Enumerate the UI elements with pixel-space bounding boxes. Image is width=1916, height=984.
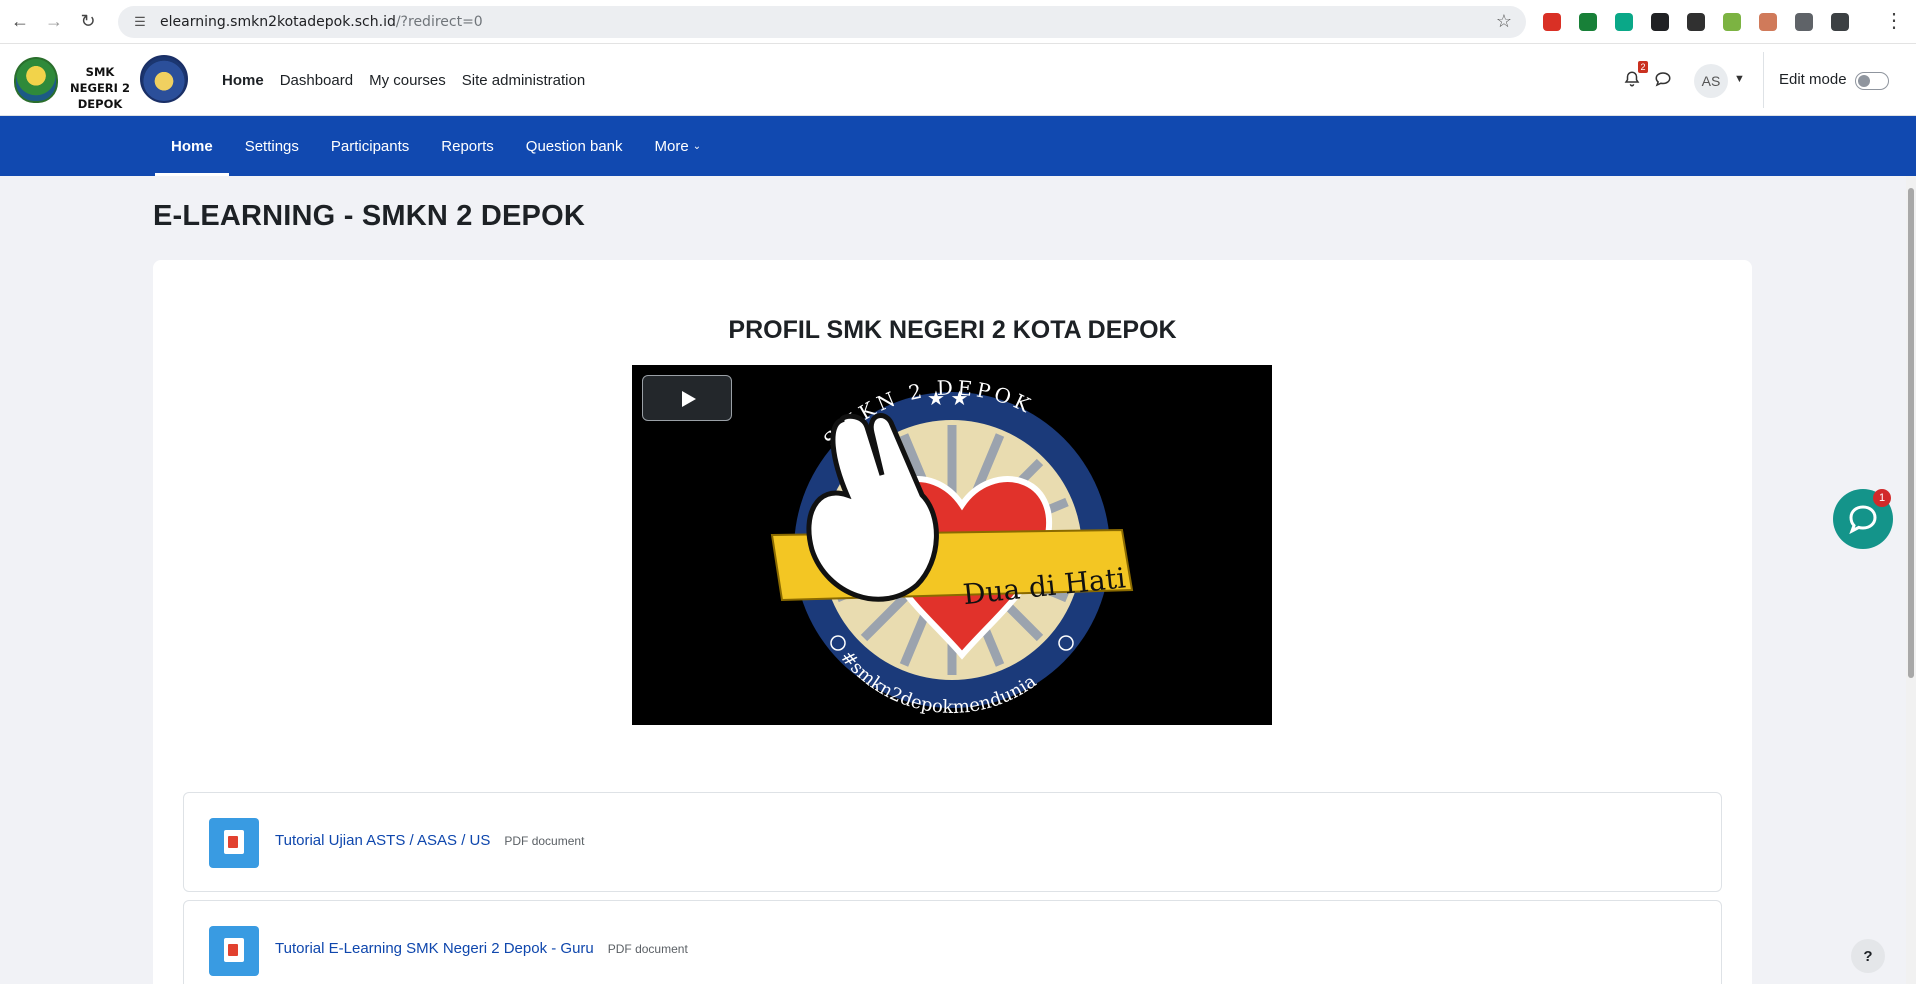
profile-video[interactable]: SMKN 2 DEPOK ★ ★ Dua di Hati #smkn2depok… (632, 365, 1272, 725)
forward-icon[interactable]: → (40, 8, 68, 36)
tab-label: More (654, 137, 689, 155)
tab-label: Participants (330, 137, 410, 155)
school-logo[interactable] (140, 55, 188, 103)
video-play-button[interactable] (642, 375, 732, 421)
secondary-nav-items: Home Settings Participants Reports Question … (155, 116, 717, 176)
edit-mode-label: Edit mode (1779, 71, 1847, 88)
resource-link[interactable]: Tutorial E-Learning SMK Negeri 2 Depok -… (275, 940, 688, 957)
nav-dashboard[interactable]: Dashboard (280, 72, 353, 89)
profile-heading: PROFIL SMK NEGERI 2 KOTA DEPOK (728, 316, 1177, 344)
edit-mode-toggle[interactable] (1855, 72, 1889, 90)
school-name[interactable]: SMK NEGERI 2 DEPOK (64, 64, 136, 112)
bookmark-star-icon[interactable]: ☆ (1496, 11, 1512, 32)
navbar-divider (1763, 52, 1764, 108)
puzzle-extension-icon[interactable] (1786, 8, 1822, 36)
browser-toolbar: ← → ↻ ☰ elearning.smkn2kotadepok.sch.id/… (0, 0, 1916, 44)
pdf-icon[interactable] (209, 926, 259, 976)
tab-label: Question bank (525, 137, 623, 155)
help-button[interactable]: ? (1851, 939, 1885, 973)
resource-type: PDF document (607, 942, 688, 956)
extension-glyph (1543, 13, 1561, 31)
site-navbar: SMK NEGERI 2 DEPOK Home Dashboard My cours… (0, 44, 1916, 116)
resource-title: Tutorial Ujian ASTS / ASAS / US (275, 832, 491, 849)
screen-extension-icon[interactable] (1750, 8, 1786, 36)
resource-type: PDF document (504, 834, 585, 848)
extension-glyph (1687, 13, 1705, 31)
list-item: Tutorial Ujian ASTS / ASAS / US PDF docum… (183, 792, 1722, 892)
url-path: /?redirect=0 (395, 14, 483, 30)
page-scrollbar[interactable] (1906, 176, 1916, 984)
tab-question-bank[interactable]: Question bank (510, 116, 639, 176)
primary-navigation: Home Dashboard My courses Site administrati… (222, 44, 601, 116)
chat-unread-badge: 1 (1873, 489, 1891, 507)
address-url[interactable]: elearning.smkn2kotadepok.sch.id/?redirec… (160, 14, 483, 30)
tab-label: Reports (441, 137, 494, 155)
address-bar[interactable]: ☰ elearning.smkn2kotadepok.sch.id/?redir… (118, 6, 1526, 38)
palette-extension-icon[interactable] (1714, 8, 1750, 36)
tab-reports[interactable]: Reports (425, 116, 510, 176)
site-info-icon[interactable]: ☰ (130, 14, 150, 30)
nav-home[interactable]: Home (222, 72, 264, 89)
extension-glyph (1831, 13, 1849, 31)
messages-icon[interactable] (1654, 70, 1672, 88)
user-menu-chevron-icon[interactable]: ▼ (1734, 73, 1745, 85)
profile-extension-icon[interactable] (1822, 8, 1858, 36)
refresh-extension-icon[interactable] (1606, 8, 1642, 36)
extension-glyph (1615, 13, 1633, 31)
scrollbar-thumb[interactable] (1908, 188, 1914, 678)
notification-count-badge: 2 (1638, 61, 1648, 73)
list-item: Tutorial E-Learning SMK Negeri 2 Depok -… (183, 900, 1722, 984)
star-icon: ★ ★ (927, 388, 968, 410)
resource-link[interactable]: Tutorial Ujian ASTS / ASAS / US PDF docum… (275, 832, 584, 849)
tab-more[interactable]: More ⌄ (639, 116, 718, 176)
secondary-navigation: Home Settings Participants Reports Question … (0, 116, 1916, 176)
chevron-down-icon: ⌄ (692, 140, 702, 152)
tab-label: Settings (244, 137, 299, 155)
tab-settings[interactable]: Settings (229, 116, 315, 176)
vm-extension-icon[interactable] (1534, 8, 1570, 36)
url-host: elearning.smkn2kotadepok.sch.id (160, 14, 396, 30)
reload-icon[interactable]: ↻ (74, 8, 102, 36)
browser-menu-icon[interactable]: ⋮ (1884, 10, 1904, 32)
back-icon[interactable]: ← (6, 8, 34, 36)
extension-glyph (1795, 13, 1813, 31)
tab-home[interactable]: Home (155, 116, 229, 176)
sync-extension-icon[interactable] (1678, 8, 1714, 36)
resource-title: Tutorial E-Learning SMK Negeri 2 Depok -… (275, 940, 594, 957)
extension-glyph (1651, 13, 1669, 31)
chat-bubble-icon (1849, 505, 1877, 534)
main-content-card: PROFIL SMK NEGERI 2 KOTA DEPOK SMKN 2 (153, 260, 1752, 984)
page-title: E-LEARNING - SMKN 2 DEPOK (153, 200, 585, 232)
jabar-logo[interactable] (14, 57, 58, 103)
extension-glyph (1759, 13, 1777, 31)
tab-label: Home (171, 137, 213, 155)
nav-site-administration[interactable]: Site administration (462, 72, 585, 89)
sheets-extension-icon[interactable] (1570, 8, 1606, 36)
user-avatar[interactable]: AS (1694, 64, 1728, 98)
extension-glyph (1579, 13, 1597, 31)
toggle-knob (1858, 75, 1870, 87)
nav-my-courses[interactable]: My courses (369, 72, 446, 89)
extensions-bar (1534, 8, 1858, 36)
tab-participants[interactable]: Participants (315, 116, 425, 176)
pdf-icon[interactable] (209, 818, 259, 868)
extension-glyph (1723, 13, 1741, 31)
spy-extension-icon[interactable] (1642, 8, 1678, 36)
